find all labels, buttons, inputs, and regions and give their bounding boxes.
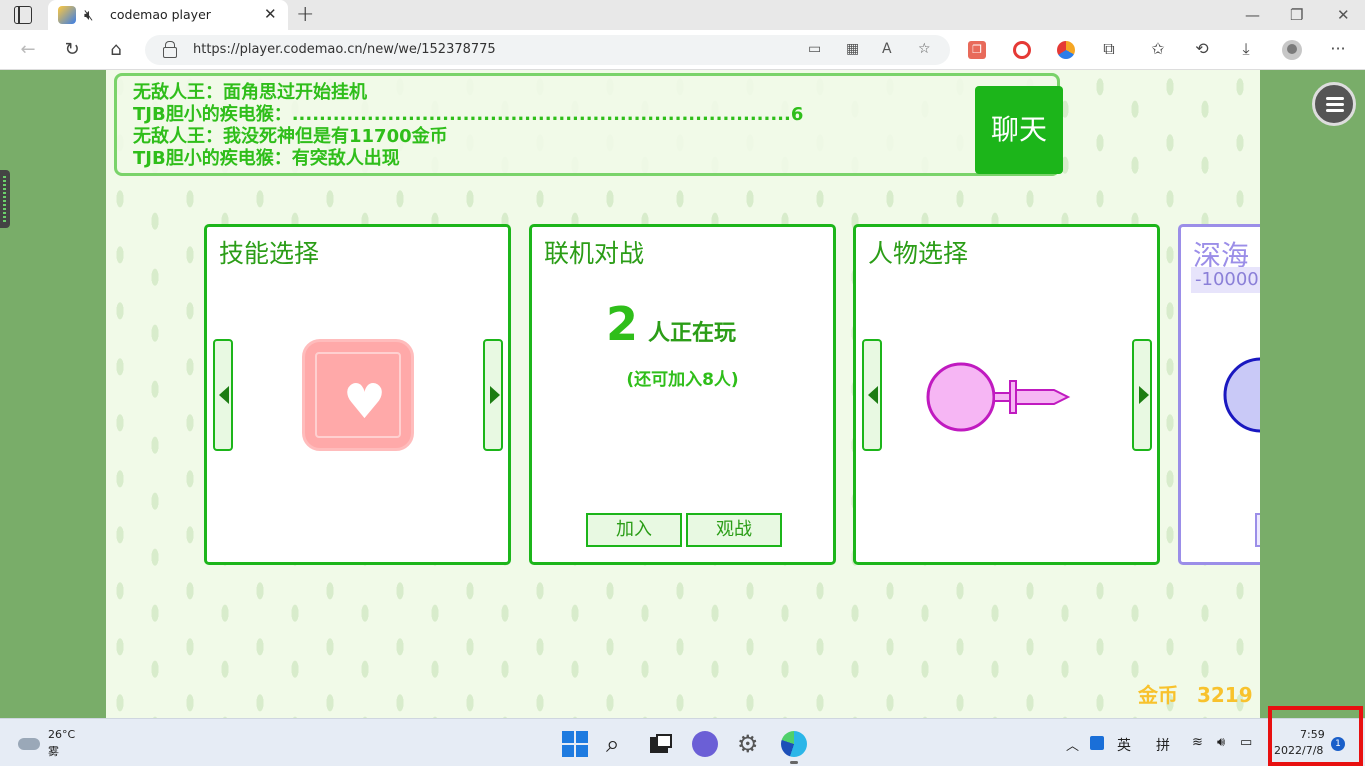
chat-message: TJB胆小的疾电猴：..............................… [133,104,804,125]
close-tab-icon[interactable]: ✕ [264,5,277,23]
tray-app-icon[interactable] [1090,736,1104,750]
card-title: 人物选择 [868,239,969,268]
game-stage[interactable]: 无敌人王：面角思过开始挂机 TJB胆小的疾电猴：................… [106,70,1260,718]
extension-red-icon[interactable]: ❐ [968,41,986,59]
search-icon[interactable]: ⌕ [606,731,632,757]
player-count: 2 [606,297,639,351]
minimize-icon[interactable]: — [1245,6,1260,24]
downloads-icon[interactable]: ⤓ [1235,39,1257,59]
character-prev-arrow-icon[interactable] [862,339,882,451]
cloud-weather-icon[interactable] [18,738,40,750]
chat-button[interactable]: 聊天 [975,86,1063,174]
extensions-icon[interactable]: ⧉ [1098,39,1120,59]
extension-color-icon[interactable] [1057,41,1075,59]
weather-temperature[interactable]: 26°C [48,728,75,741]
clock-highlight-box [1268,706,1363,766]
task-view-icon[interactable] [648,731,674,757]
gold-value: 3219 [1196,683,1253,707]
new-tab-icon[interactable]: + [296,2,314,27]
codemao-favicon-icon [58,6,76,24]
character-next-arrow-icon[interactable] [1132,339,1152,451]
battery-icon[interactable]: ▭ [1240,735,1252,750]
weather-description[interactable]: 雾 [48,743,59,759]
url-text[interactable]: https://player.codemao.cn/new/we/1523787… [193,42,496,57]
restore-icon[interactable]: ❐ [1290,6,1303,24]
player-count-label: 人正在玩 [648,321,737,346]
lock-icon[interactable] [163,41,177,58]
chevron-up-icon[interactable]: ︿ [1066,735,1079,754]
taskbar: 26°C 雾 ⌕ ⚙ ︿ 英 拼 ≋ 🔊︎ ▭ 7:59 2022/7/8 1 [0,718,1365,766]
card-title: 联机对战 [544,239,645,268]
history-icon[interactable]: ⟲ [1191,39,1213,58]
character-select-card: 人物选择 [853,224,1160,565]
refresh-icon[interactable]: ↻ [61,39,83,60]
edge-browser-icon[interactable] [781,731,807,757]
tab-actions-icon[interactable] [14,6,32,24]
map-price: -10000 [1195,269,1259,290]
price-tag: -10000 [1191,267,1260,293]
deep-sea-character-icon [1223,357,1260,433]
ime-language[interactable]: 英 [1117,735,1131,755]
chat-message: TJB胆小的疾电猴：有突敌人出现 [133,148,400,169]
skill-prev-arrow-icon[interactable] [213,339,233,451]
gold-label: 金币 [1138,683,1178,707]
url-field[interactable]: https://player.codemao.cn/new/we/1523787… [145,35,950,65]
gold-counter: 金币 3219 [1138,679,1253,708]
side-handle[interactable] [0,170,10,228]
heart-skill-icon[interactable]: ♥ [302,339,414,451]
tab-bar: 🔇︎ codemao player ✕ + — ❐ ✕ [0,0,1365,30]
remaining-slots: (还可加入8人) [626,370,739,390]
browser-tab[interactable]: 🔇︎ codemao player ✕ [48,0,288,30]
skill-select-card: 技能选择 ♥ [204,224,511,565]
heart-icon-frame: ♥ [315,352,401,438]
deep-sea-map-card[interactable]: 深海 -10000 [1178,224,1260,565]
watch-button[interactable]: 观战 [686,513,782,547]
skill-next-arrow-icon[interactable] [483,339,503,451]
qr-code-icon[interactable]: ▦ [846,41,859,57]
chat-app-icon[interactable] [692,731,718,757]
more-menu-icon[interactable]: ··· [1327,39,1349,58]
muted-speaker-icon[interactable]: 🔇︎ [84,6,93,24]
active-app-indicator [790,761,798,764]
ime-mode[interactable]: 拼 [1156,735,1170,755]
chat-message: 无敌人王：我没死神但是有11700金币 [133,126,448,147]
volume-icon[interactable]: 🔊︎ [1217,735,1225,750]
wifi-icon[interactable]: ≋ [1192,735,1203,750]
character-sword-icon[interactable] [926,361,1076,433]
favorites-icon[interactable]: ✩ [1147,39,1169,58]
windows-start-icon[interactable] [562,731,588,757]
back-icon[interactable]: ← [17,39,39,60]
app-available-icon[interactable]: ▭ [808,41,821,57]
close-window-icon[interactable]: ✕ [1337,6,1350,24]
map-card-button[interactable] [1255,513,1260,547]
chat-panel: 无敌人王：面角思过开始挂机 TJB胆小的疾电猴：................… [114,73,1063,176]
heart-icon: ♥ [343,374,387,430]
tab-title: codemao player [110,7,211,22]
profile-avatar[interactable] [1282,40,1302,60]
settings-gear-icon[interactable]: ⚙ [737,731,763,757]
extension-ring-icon[interactable] [1013,41,1031,59]
card-title: 技能选择 [219,239,320,268]
menu-hamburger-icon[interactable] [1312,82,1356,126]
address-toolbar: ← ↻ ⌂ https://player.codemao.cn/new/we/1… [0,30,1365,70]
chat-message: 无敌人王：面角思过开始挂机 [133,82,367,103]
add-favorite-icon[interactable]: ☆ [918,41,931,57]
online-battle-card: 联机对战 2 人正在玩 (还可加入8人) 加入 观战 [529,224,836,565]
read-aloud-icon[interactable]: A [882,41,892,57]
join-button[interactable]: 加入 [586,513,682,547]
home-icon[interactable]: ⌂ [105,39,127,60]
